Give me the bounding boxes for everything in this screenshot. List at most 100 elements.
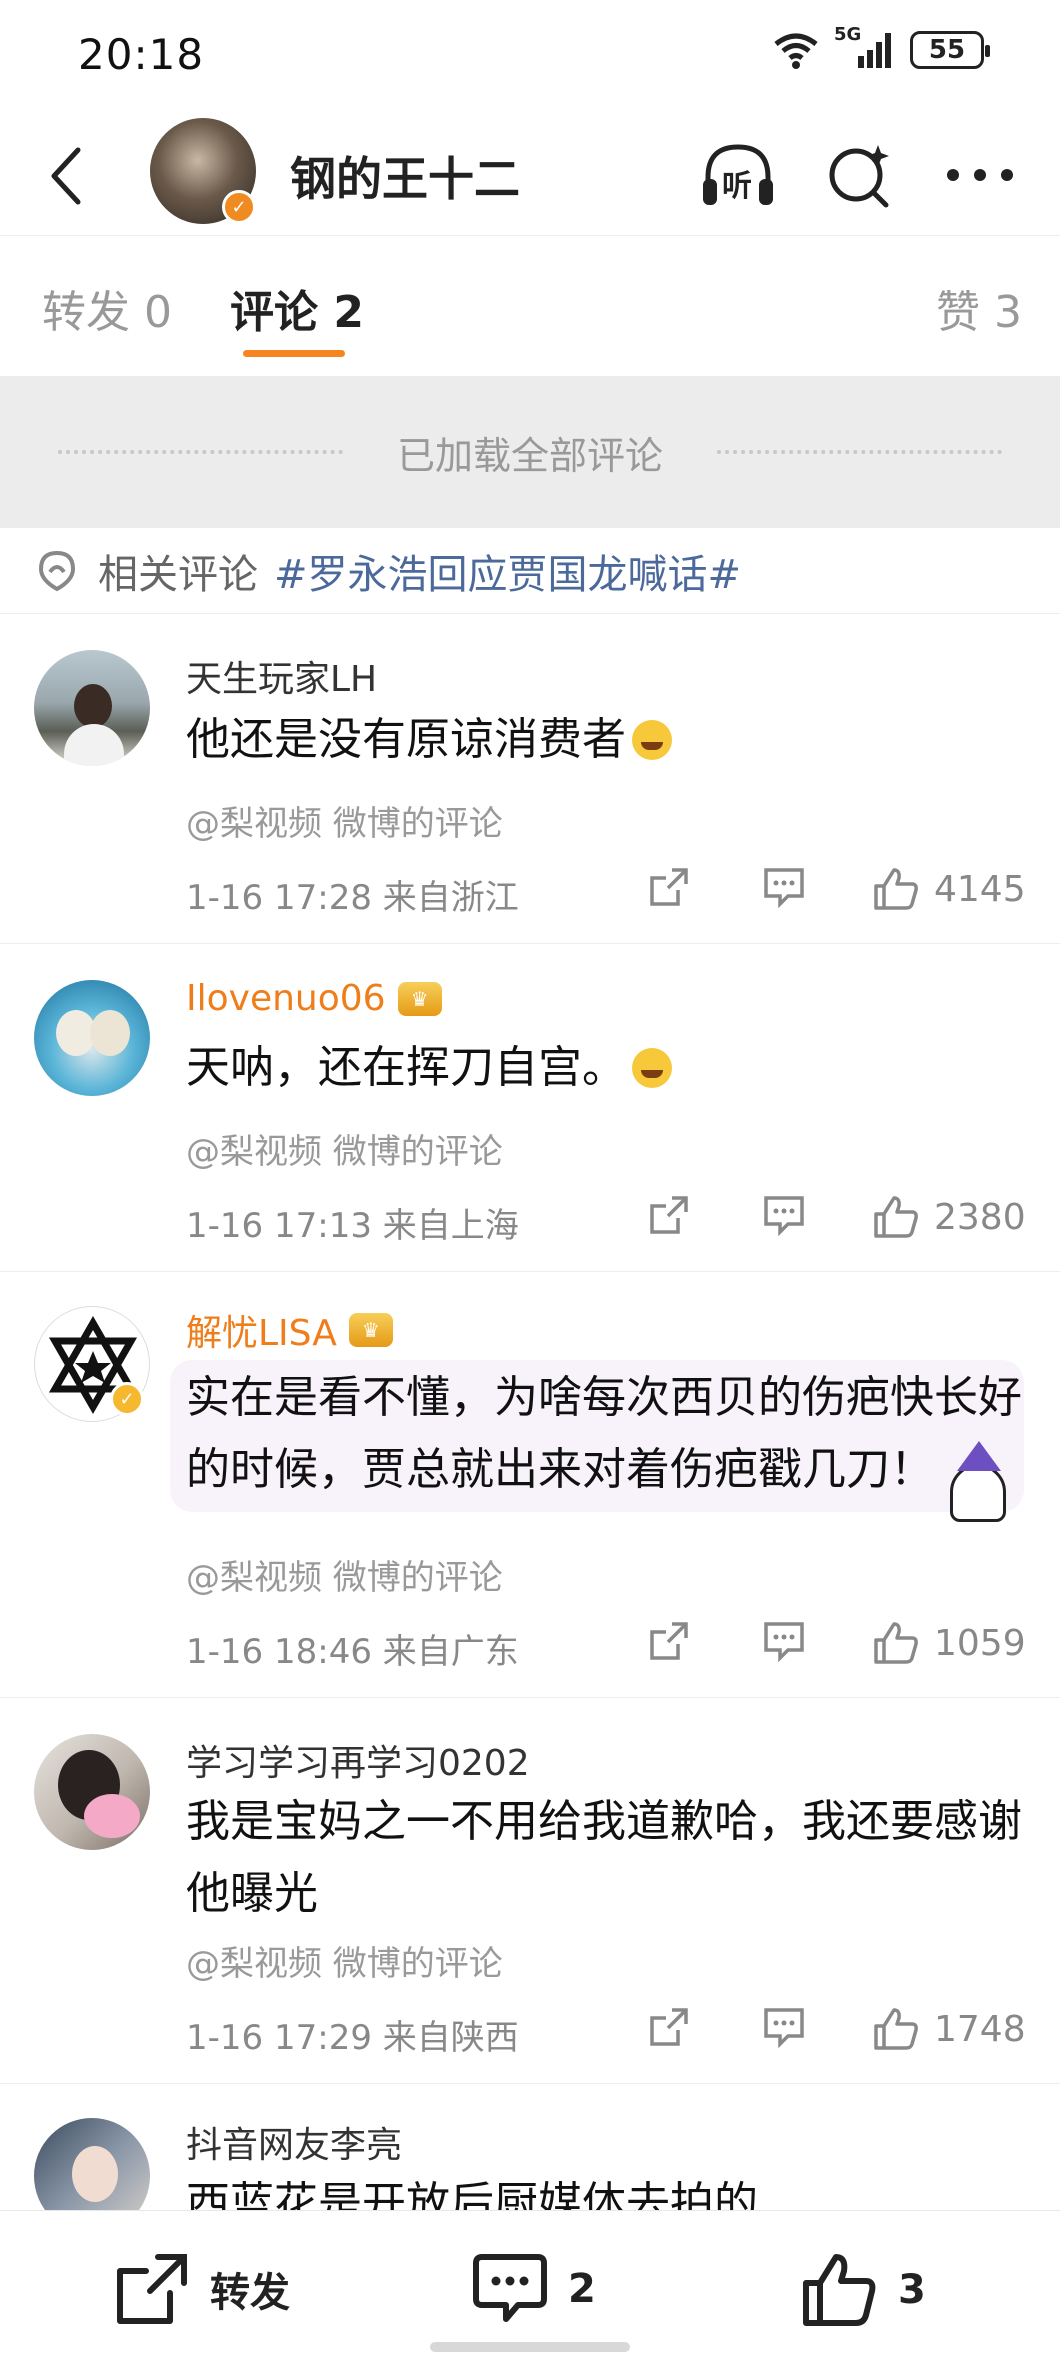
like-button[interactable]: 1059 (872, 1620, 1026, 1666)
comment-meta: 1-16 17:13 来自上海 (186, 1206, 519, 1246)
thumbs-up-icon (874, 2008, 918, 2050)
header: ✓ 钢的王十二 听 (0, 115, 1060, 235)
comment-text-body: 他还是没有原谅消费者 (186, 714, 626, 765)
comment-meta: 1-16 17:29 来自陕西 (186, 2018, 519, 2058)
search-button[interactable] (820, 135, 900, 215)
like-button[interactable]: 1748 (872, 2006, 1026, 2052)
user-name[interactable]: 钢的王十二 (290, 143, 520, 209)
tab-bar: 转发 0 评论 2 赞 3 (0, 235, 1060, 365)
commenter-name[interactable]: 学习学习再学习0202 (186, 1734, 530, 1786)
commenter-name-text: 抖音网友李亮 (186, 2125, 403, 2166)
related-topic-link[interactable]: #罗永浩回应贾国龙喊话# (274, 542, 741, 600)
comment-button[interactable]: 2 (472, 2251, 596, 2327)
comment-item[interactable]: Ilovenuo06 ♛ 天呐，还在挥刀自宫。 @梨视频 微博的评论 1-16 1… (0, 944, 1060, 1272)
commenter-name[interactable]: 天生玩家LH (186, 650, 377, 702)
commenter-name[interactable]: 抖音网友李亮 (186, 2116, 402, 2168)
chevron-left-icon (51, 147, 81, 205)
comment-text: 他还是没有原谅消费者 (186, 704, 1026, 776)
more-dots-icon (947, 169, 1013, 181)
reply-button[interactable] (762, 1194, 806, 1236)
share-button[interactable] (648, 1620, 690, 1662)
search-icon (829, 145, 889, 208)
reply-button[interactable] (762, 866, 806, 908)
back-button[interactable] (36, 141, 96, 211)
divider-right (717, 450, 1002, 454)
comment-source[interactable]: @梨视频 微博的评论 (186, 1936, 503, 1985)
commenter-name-text: Ilovenuo06 (186, 978, 386, 1019)
commenter-name-text: 天生玩家LH (186, 659, 378, 700)
comment-source[interactable]: @梨视频 微博的评论 (186, 796, 503, 845)
comment-text: 实在是看不懂，为啥每次西贝的伤疤快长好的时候，贾总就出来对着伤疤戳几刀！ (186, 1372, 1022, 1495)
status-bar: 20:18 5G 55 (0, 0, 1060, 115)
battery-icon: 55 (910, 31, 990, 69)
comment-meta: 1-16 17:28 来自浙江 (186, 878, 519, 918)
listen-label: 听 (722, 169, 752, 204)
comment-source[interactable]: @梨视频 微博的评论 (186, 1550, 503, 1599)
comment-bubble-icon (764, 1622, 804, 1662)
like-count: 3 (898, 2267, 926, 2313)
share-icon (117, 2254, 187, 2324)
network-indicator: 5G (834, 24, 896, 70)
comment-text-body: 天呐，还在挥刀自宫。 (186, 1042, 626, 1093)
comment-item[interactable]: 抖音网友李亮 西蓝花是开放后厨媒体去拍的 (0, 2084, 1060, 2210)
comment-bubble-icon (764, 868, 804, 908)
divider-left (57, 450, 343, 454)
home-indicator[interactable] (430, 2342, 630, 2352)
commenter-name[interactable]: Ilovenuo06 ♛ (186, 978, 442, 1019)
listen-button[interactable]: 听 (698, 135, 778, 215)
commenter-name[interactable]: 解忧LISA ♛ (186, 1304, 393, 1356)
comment-bubble-icon (764, 2008, 804, 2048)
thumbs-up-icon (874, 868, 918, 910)
crying-laughing-emoji-icon (632, 720, 672, 760)
active-tab-indicator (243, 350, 345, 357)
signal-icon (858, 33, 891, 68)
vip-crown-icon: ♛ (348, 1313, 393, 1347)
related-label: 相关评论 (98, 551, 258, 598)
share-icon (650, 2008, 688, 2046)
vip-crown-icon: ♛ (397, 981, 442, 1016)
wifi-icon (774, 33, 818, 69)
like-button[interactable]: 3 (800, 2251, 926, 2329)
repost-label: 转发 (210, 2270, 290, 2316)
comment-count: 2 (568, 2266, 596, 2312)
commenter-avatar[interactable] (34, 650, 150, 766)
share-button[interactable] (648, 2006, 690, 2048)
thumbs-up-icon (874, 1622, 918, 1664)
avatar-flowers (84, 1794, 140, 1838)
share-icon (650, 1196, 688, 1234)
share-button[interactable] (648, 1194, 690, 1236)
comment-meta: 1-16 18:46 来自广东 (186, 1632, 519, 1672)
laughing-emoji-icon (632, 1048, 672, 1088)
comment-source[interactable]: @梨视频 微博的评论 (186, 1124, 503, 1173)
reply-button[interactable] (762, 2006, 806, 2048)
like-button[interactable]: 4145 (872, 866, 1026, 912)
comment-item[interactable]: 学习学习再学习0202 我是宝妈之一不用给我道歉哈，我还要感谢他曝光 @梨视频 … (0, 1698, 1060, 2084)
tab-comments[interactable]: 评论 2 (230, 276, 364, 340)
thumbs-up-icon (874, 1196, 918, 1238)
more-button[interactable] (940, 135, 1020, 215)
commenter-name-text: 学习学习再学习0202 (186, 1743, 530, 1784)
commenter-avatar[interactable] (34, 2118, 150, 2210)
comment-text: 我是宝妈之一不用给我道歉哈，我还要感谢他曝光 (186, 1796, 1022, 1919)
all-loaded-text: 已加载全部评论 (396, 433, 663, 478)
comment-item[interactable]: 天生玩家LH 他还是没有原谅消费者 @梨视频 微博的评论 1-16 17:28 … (0, 614, 1060, 944)
share-button[interactable] (648, 866, 690, 908)
related-comments-bar[interactable]: 相关评论 #罗永浩回应贾国龙喊话# (0, 528, 1060, 614)
share-icon (650, 868, 688, 906)
commenter-avatar[interactable] (34, 980, 150, 1096)
commenter-name-text: 解忧LISA (186, 1313, 337, 1354)
status-time: 20:18 (78, 30, 205, 79)
comment-bubble-icon (764, 1196, 804, 1236)
repost-button[interactable]: 转发 (114, 2251, 290, 2327)
comment-text: 天呐，还在挥刀自宫。 (186, 1032, 1026, 1104)
commenter-avatar[interactable] (34, 1734, 150, 1850)
like-count: 1059 (934, 1622, 1026, 1664)
comment-text: 西蓝花是开放后厨媒体去拍的 (186, 2178, 758, 2210)
reply-button[interactable] (762, 1620, 806, 1662)
thumbs-up-icon (803, 2254, 876, 2326)
tab-repost[interactable]: 转发 0 (42, 276, 172, 340)
comment-item[interactable]: ✓ 解忧LISA ♛ 实在是看不懂，为啥每次西贝的伤疤快长好的时候，贾总就出来对着… (0, 1272, 1060, 1698)
tab-likes[interactable]: 赞 3 (936, 276, 1022, 340)
avatar-figure (74, 684, 112, 728)
like-button[interactable]: 2380 (872, 1194, 1026, 1240)
